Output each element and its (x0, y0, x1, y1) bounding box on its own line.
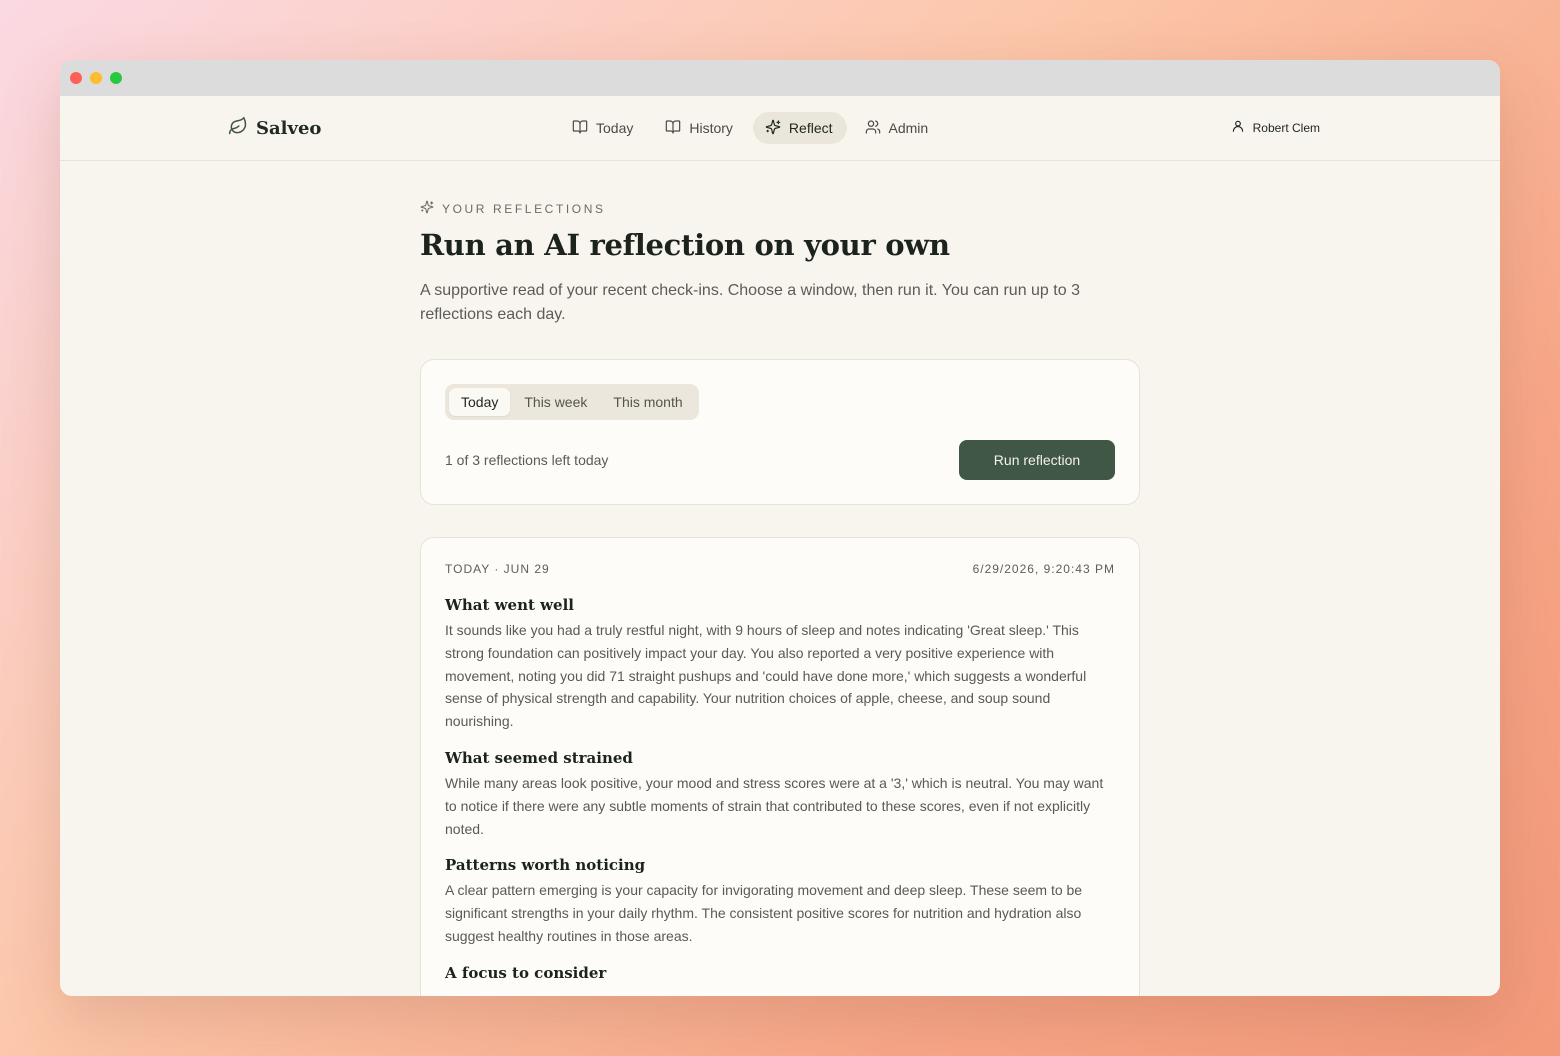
window-titlebar (60, 60, 1500, 96)
reflection-header: TODAY · JUN 29 6/29/2026, 9:20:43 PM (445, 562, 1115, 576)
section-title: A focus to consider (445, 963, 607, 982)
main-content: YOUR REFLECTIONS Run an AI reflection on… (420, 200, 1140, 996)
section-body: It sounds like you had a truly restful n… (445, 622, 1087, 730)
section-body: A clear pattern emerging is your capacit… (445, 882, 1083, 944)
close-window-button[interactable] (70, 72, 82, 84)
section-body: While many areas look positive, your moo… (445, 774, 1104, 837)
nav-admin-label: Admin (888, 120, 929, 136)
nav-history[interactable]: History (653, 112, 747, 144)
window-option-this-month[interactable]: This month (601, 388, 694, 416)
section-eyebrow: YOUR REFLECTIONS (420, 200, 1140, 217)
leaf-icon (228, 116, 248, 141)
page-title: Run an AI reflection on your own (420, 228, 950, 262)
section-title: What went well (445, 596, 574, 614)
reflections-quota: 1 of 3 reflections left today (445, 452, 609, 468)
user-name: Robert Clem (1252, 120, 1320, 135)
book-icon (572, 119, 588, 138)
nav-reflect[interactable]: Reflect (752, 112, 847, 144)
minimize-window-button[interactable] (90, 72, 102, 84)
nav-today-label: Today (596, 120, 634, 136)
nav-today[interactable]: Today (560, 112, 647, 144)
maximize-window-button[interactable] (110, 72, 122, 84)
reflection-timestamp: 6/29/2026, 9:20:43 PM (972, 562, 1115, 576)
top-navbar: Salveo Today History Reflect Admin Rober… (60, 96, 1500, 161)
section-title: What seemed strained (445, 748, 633, 767)
window-selector: Today This week This month (445, 384, 699, 420)
nav-admin[interactable]: Admin (853, 112, 943, 144)
window-option-this-week[interactable]: This week (512, 388, 599, 416)
nav-reflect-label: Reflect (788, 120, 833, 136)
sparkles-icon (765, 119, 781, 138)
nav-history-label: History (689, 120, 733, 136)
app-window: Salveo Today History Reflect Admin Rober… (60, 60, 1500, 996)
user-menu[interactable]: Robert Clem (1231, 119, 1320, 136)
sparkles-icon (420, 200, 434, 217)
main-nav: Today History Reflect Admin (560, 112, 942, 144)
run-reflection-card: Today This week This month 1 of 3 reflec… (420, 359, 1140, 505)
section-title: Patterns worth noticing (445, 856, 646, 875)
reflection-result-card: TODAY · JUN 29 6/29/2026, 9:20:43 PM Wha… (420, 537, 1140, 996)
book-icon (665, 119, 681, 138)
brand-logo[interactable]: Salveo (228, 116, 321, 141)
user-icon (1231, 119, 1245, 136)
run-reflection-button[interactable]: Run reflection (959, 440, 1115, 480)
window-option-today[interactable]: Today (449, 388, 511, 416)
users-icon (865, 119, 881, 138)
brand-name: Salveo (256, 118, 322, 139)
eyebrow-label: YOUR REFLECTIONS (442, 201, 606, 216)
reflection-date-label: TODAY · JUN 29 (445, 562, 550, 576)
page-description: A supportive read of your recent check-i… (420, 282, 1080, 323)
